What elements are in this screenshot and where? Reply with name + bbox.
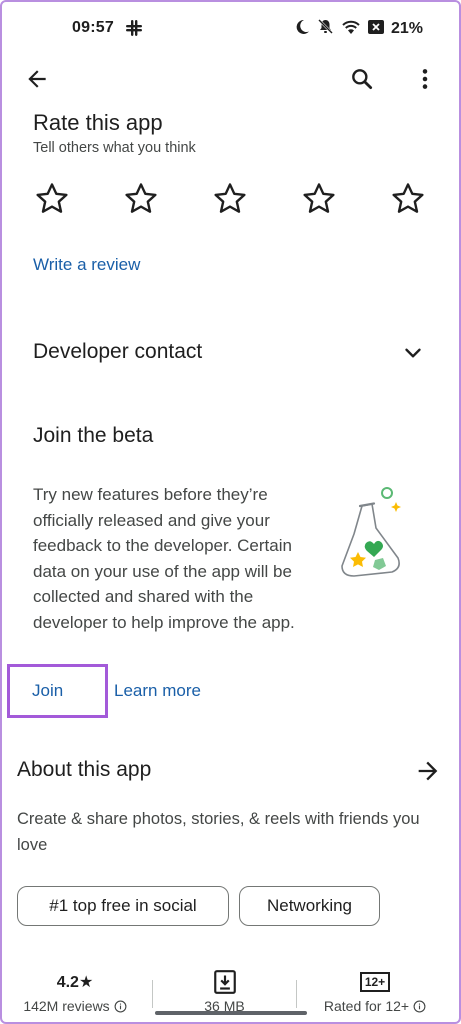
- content-rating-badge-wrap: 12+: [305, 968, 445, 996]
- search-icon: [352, 69, 373, 90]
- beta-description: Try new features before they’re official…: [33, 485, 295, 632]
- arrow-left-icon: [28, 70, 46, 88]
- about-section-title[interactable]: About this app: [17, 758, 151, 782]
- star-4-icon[interactable]: [300, 180, 338, 218]
- bell-off-icon: [317, 18, 334, 40]
- battery-percent: 21%: [390, 20, 423, 37]
- more-vert-icon: [422, 69, 428, 89]
- download-icon: [213, 970, 236, 994]
- slack-icon: [126, 20, 142, 41]
- star-2-icon[interactable]: [122, 180, 160, 218]
- content-rating: Rated for 12+: [305, 998, 445, 1014]
- content-rating-badge: 12+: [359, 972, 391, 992]
- reviews-count: 142M reviews: [10, 998, 140, 1014]
- back-button[interactable]: [22, 64, 52, 94]
- about-description: Create & share photos, stories, & reels …: [17, 810, 420, 854]
- top-app-bar: [0, 52, 461, 104]
- join-beta-button[interactable]: Join: [32, 681, 63, 701]
- stat-divider: [296, 980, 297, 1008]
- star-5-icon[interactable]: [389, 180, 427, 218]
- home-indicator[interactable]: [155, 1011, 307, 1015]
- star-rating: [33, 180, 433, 220]
- battery-saver-icon: [367, 19, 384, 40]
- status-time: 09:57: [72, 19, 114, 36]
- star-1-icon[interactable]: [33, 180, 71, 218]
- beta-section-title: Join the beta: [33, 424, 154, 447]
- wifi-icon: [341, 19, 361, 40]
- more-options-button[interactable]: [410, 64, 440, 94]
- chevron-down-icon[interactable]: [400, 340, 426, 366]
- info-icon: [413, 1000, 426, 1012]
- chip-networking[interactable]: Networking: [239, 886, 380, 926]
- info-icon: [114, 1000, 127, 1012]
- stat-divider: [152, 980, 153, 1008]
- rating-value: 4.2★: [56, 974, 94, 991]
- learn-more-link[interactable]: Learn more: [114, 681, 201, 701]
- reviews-count-label: 142M reviews: [23, 998, 110, 1014]
- moon-icon: [294, 19, 310, 40]
- star-3-icon[interactable]: [211, 180, 249, 218]
- chip-top-free[interactable]: #1 top free in social: [17, 886, 229, 926]
- stat-rating[interactable]: 4.2★ 142M reviews: [10, 968, 140, 1014]
- write-review-link[interactable]: Write a review: [33, 255, 140, 275]
- developer-contact-title[interactable]: Developer contact: [33, 340, 202, 364]
- stat-content-rating[interactable]: 12+ Rated for 12+: [305, 968, 445, 1014]
- content-rating-label: Rated for 12+: [323, 998, 410, 1014]
- status-bar: 09:57 21%: [0, 0, 461, 58]
- beta-flask-icon: [341, 487, 401, 577]
- search-button[interactable]: [347, 64, 377, 94]
- arrow-right-icon[interactable]: [414, 757, 442, 785]
- download-icon-wrap: [162, 968, 287, 996]
- rate-section-subtitle: Tell others what you think: [33, 140, 196, 156]
- stat-size: 36 MB: [162, 968, 287, 1014]
- rate-section-title: Rate this app: [33, 110, 163, 135]
- status-icons: 21%: [294, 18, 423, 40]
